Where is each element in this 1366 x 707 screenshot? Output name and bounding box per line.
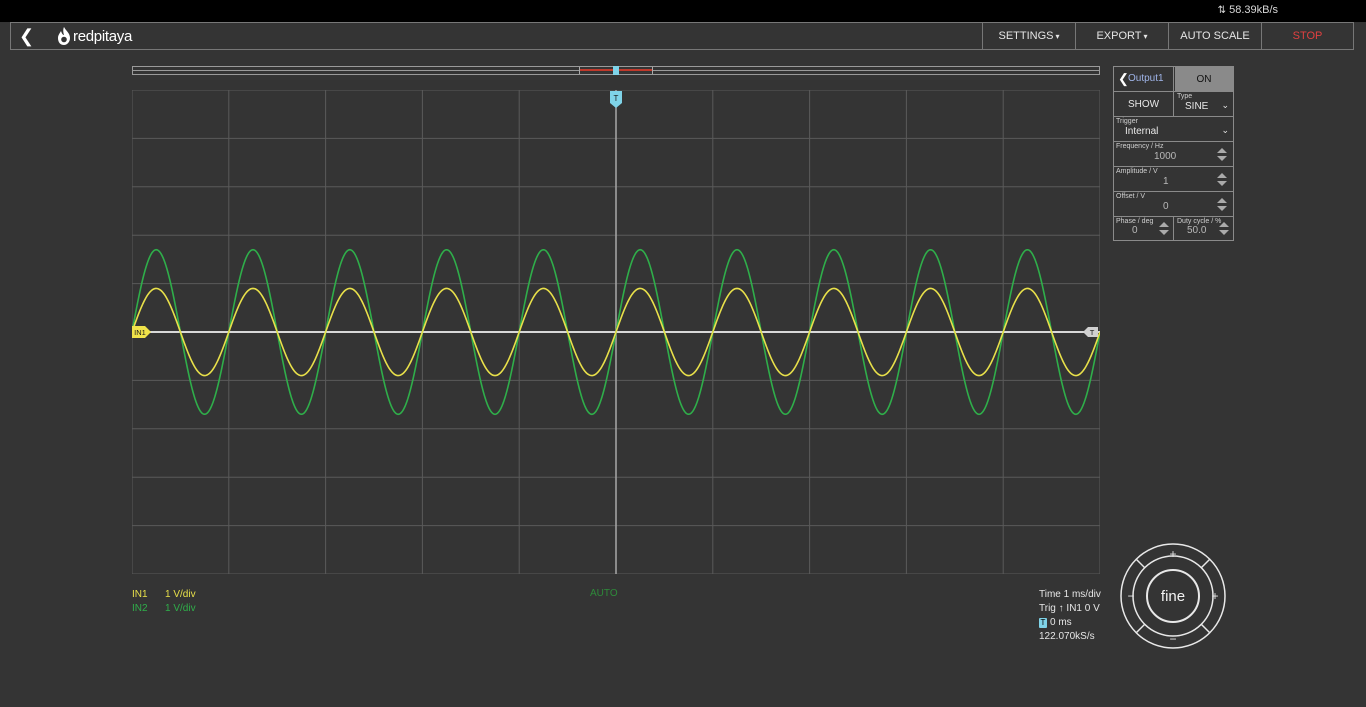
- export-menu-button[interactable]: EXPORT ▾: [1075, 23, 1168, 49]
- phase-up-icon[interactable]: [1159, 222, 1169, 227]
- auto-scale-label: AUTO SCALE: [1180, 30, 1250, 42]
- type-value: SINE: [1185, 101, 1209, 112]
- sample-rate: 122.070kS/s: [1039, 631, 1095, 642]
- time-scrollbar[interactable]: [132, 66, 1100, 75]
- amplitude-input[interactable]: 1: [1163, 176, 1169, 187]
- legend-in2-scale: 1 V/div: [165, 603, 196, 614]
- trigger-source-value: Internal: [1125, 126, 1159, 137]
- oscilloscope-plot[interactable]: T IN1 T: [132, 90, 1100, 574]
- trigger-time-marker-label: T: [614, 94, 619, 103]
- plot-canvas: T IN1 T: [132, 90, 1100, 574]
- phase-field: Phase / deg 0: [1114, 217, 1174, 240]
- fine-controller: fine + − − +: [1119, 542, 1227, 650]
- frequency-label: Frequency / Hz: [1116, 143, 1164, 150]
- frequency-down-icon[interactable]: [1217, 156, 1227, 161]
- legend-in1-name: IN1: [132, 589, 148, 600]
- output-header-row: ❮ Output1 ON: [1114, 67, 1233, 92]
- frequency-up-icon[interactable]: [1217, 148, 1227, 153]
- type-select[interactable]: Type SINE ⌄: [1175, 92, 1233, 116]
- trigger-level-marker-label: T: [1090, 328, 1095, 337]
- caret-down-icon: ▾: [1143, 31, 1148, 41]
- phase-input[interactable]: 0: [1132, 225, 1138, 236]
- in1-offset-marker-label: IN1: [134, 328, 146, 337]
- controller-ring: fine + − − +: [1120, 543, 1226, 649]
- duty-field: Duty cycle / % 50.0: [1175, 217, 1233, 240]
- type-label: Type: [1177, 93, 1193, 100]
- fine-button[interactable]: fine: [1161, 588, 1185, 605]
- offset-up-icon[interactable]: [1217, 198, 1227, 203]
- transfer-rate: ⇅ 58.39kB/s: [1218, 4, 1278, 16]
- output-on-label: ON: [1196, 73, 1212, 85]
- navbar: ❮ redpitaya SETTINGS ▾ EXPORT ▾ AUTO SCALE…: [10, 22, 1354, 50]
- time-position-value: 0 ms: [1050, 617, 1072, 628]
- chevron-down-icon: ⌄: [1221, 125, 1229, 135]
- in1-offset-marker[interactable]: IN1: [132, 326, 151, 338]
- channel-legend: IN1 1 V/div IN2 1 V/div: [132, 588, 196, 616]
- offset-down-icon[interactable]: [1217, 206, 1227, 211]
- transfer-arrows-icon: ⇅: [1217, 5, 1227, 16]
- phase-down-icon[interactable]: [1159, 230, 1169, 235]
- offset-label: Offset / V: [1116, 193, 1146, 200]
- controller-right-button[interactable]: +: [1211, 589, 1218, 603]
- settings-menu-button[interactable]: SETTINGS ▾: [982, 23, 1075, 49]
- trigger-time-marker[interactable]: T: [610, 91, 622, 108]
- phase-label: Phase / deg: [1116, 218, 1154, 225]
- frequency-row: Frequency / Hz 1000: [1114, 142, 1233, 167]
- offset-row: Offset / V 0: [1114, 192, 1233, 217]
- amplitude-up-icon[interactable]: [1217, 173, 1227, 178]
- amplitude-down-icon[interactable]: [1217, 181, 1227, 186]
- trigger-mode-status: AUTO: [590, 588, 618, 599]
- amplitude-row: Amplitude / V 1: [1114, 167, 1233, 192]
- settings-label: SETTINGS: [998, 30, 1054, 42]
- time-position: T0 ms: [1039, 616, 1101, 630]
- auto-scale-button[interactable]: AUTO SCALE: [1168, 23, 1261, 49]
- back-chevron-icon[interactable]: ❮: [19, 26, 34, 47]
- phase-duty-row: Phase / deg 0 Duty cycle / % 50.0: [1114, 217, 1233, 240]
- show-label: SHOW: [1127, 98, 1160, 110]
- output-on-button[interactable]: ON: [1175, 67, 1233, 91]
- legend-in2-name: IN2: [132, 603, 148, 614]
- duty-label: Duty cycle / %: [1177, 218, 1222, 225]
- redpitaya-logo: redpitaya: [57, 26, 132, 46]
- caret-down-icon: ▾: [1055, 31, 1060, 41]
- controller-up-button[interactable]: +: [1169, 547, 1176, 561]
- acquisition-info: Time 1 ms/div Trig ↑ IN1 0 V T0 ms 122.0…: [1039, 588, 1101, 644]
- frequency-input[interactable]: 1000: [1154, 151, 1176, 162]
- stop-label: STOP: [1292, 30, 1323, 42]
- duty-input[interactable]: 50.0: [1187, 225, 1206, 236]
- rising-edge-icon: ↑: [1058, 603, 1064, 614]
- brand-name: redpitaya: [73, 27, 133, 45]
- stop-button[interactable]: STOP: [1261, 23, 1353, 49]
- trigger-select[interactable]: Trigger Internal ⌄: [1114, 117, 1233, 142]
- trigger-info-prefix: Trig: [1039, 603, 1056, 614]
- trigger-position-icon: T: [1039, 618, 1047, 628]
- time-scale: Time 1 ms/div: [1039, 589, 1101, 600]
- offset-input[interactable]: 0: [1163, 201, 1169, 212]
- legend-in2[interactable]: IN2 1 V/div: [132, 602, 196, 616]
- trigger-level-marker[interactable]: T: [1083, 327, 1098, 337]
- legend-in1[interactable]: IN1 1 V/div: [132, 588, 196, 602]
- trigger-source-label: Trigger: [1116, 118, 1138, 125]
- output-title: Output1: [1128, 73, 1164, 84]
- duty-down-icon[interactable]: [1219, 230, 1229, 235]
- flame-logo-icon: [58, 27, 70, 45]
- output-back-button[interactable]: ❮ Output1: [1114, 67, 1174, 91]
- top-status-bar: ⇅ 58.39kB/s: [0, 0, 1366, 22]
- output-panel: ❮ Output1 ON SHOW Type SINE ⌄ Trigger In…: [1113, 66, 1234, 241]
- legend-in1-scale: 1 V/div: [165, 589, 196, 600]
- trigger-position-handle[interactable]: [613, 66, 619, 75]
- show-button[interactable]: SHOW: [1114, 92, 1174, 116]
- show-type-row: SHOW Type SINE ⌄: [1114, 92, 1233, 117]
- export-label: EXPORT: [1096, 30, 1142, 42]
- controller-left-button[interactable]: −: [1127, 589, 1134, 603]
- trigger-info: Trig ↑ IN1 0 V: [1039, 602, 1101, 616]
- trigger-info-value: IN1 0 V: [1066, 603, 1100, 614]
- amplitude-label: Amplitude / V: [1116, 168, 1158, 175]
- controller-down-button[interactable]: −: [1169, 632, 1176, 646]
- chevron-down-icon: ⌄: [1221, 100, 1229, 110]
- transfer-rate-value: 58.39kB/s: [1229, 4, 1278, 16]
- duty-up-icon[interactable]: [1219, 222, 1229, 227]
